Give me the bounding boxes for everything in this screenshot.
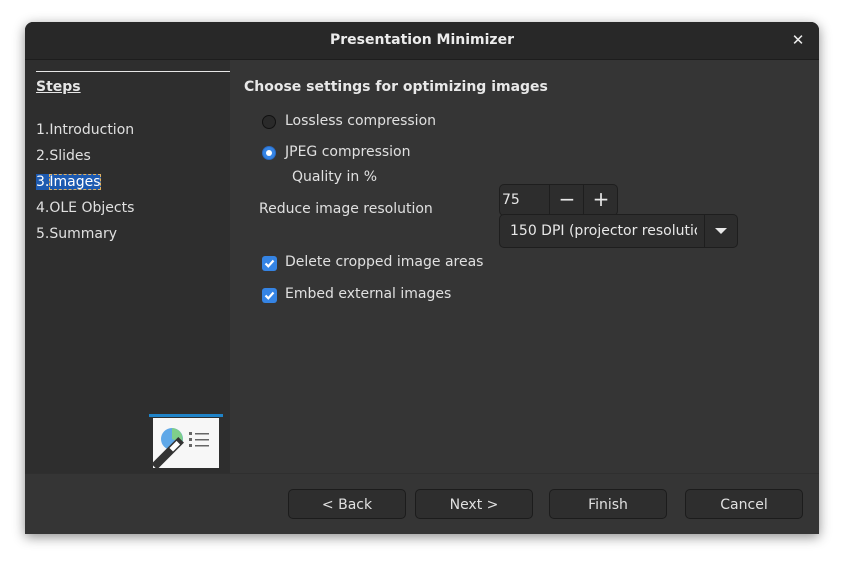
presentation-minimizer-dialog: Presentation Minimizer ✕ Steps 1.Introdu…	[25, 22, 819, 534]
chevron-down-icon[interactable]	[704, 215, 737, 247]
delete-cropped-checkbox[interactable]	[262, 256, 277, 271]
divider	[36, 71, 230, 72]
cancel-button[interactable]: Cancel	[685, 489, 803, 519]
next-button[interactable]: Next >	[415, 489, 533, 519]
page-heading: Choose settings for optimizing images	[244, 79, 548, 95]
step-introduction[interactable]: 1.Introduction	[36, 122, 134, 138]
delete-cropped-label[interactable]: Delete cropped image areas	[285, 254, 483, 270]
images-settings-panel: Choose settings for optimizing images Lo…	[230, 60, 819, 473]
quality-label: Quality in %	[292, 169, 377, 185]
lossless-compression-label[interactable]: Lossless compression	[285, 113, 436, 129]
checkmark-icon	[264, 259, 275, 268]
dialog-footer: < Back Next > Finish Cancel	[25, 473, 819, 534]
steps-sidebar: Steps 1.Introduction 2.Slides 3.Images 4…	[25, 60, 230, 473]
quality-spinbox[interactable]: 75 − +	[499, 184, 618, 216]
embed-external-label[interactable]: Embed external images	[285, 286, 451, 302]
quality-input[interactable]: 75	[500, 185, 549, 215]
resolution-value[interactable]: 150 DPI (projector resolution)	[510, 215, 697, 247]
step-ole-objects[interactable]: 4.OLE Objects	[36, 200, 134, 216]
step-summary[interactable]: 5.Summary	[36, 226, 117, 242]
checkmark-icon	[264, 291, 275, 300]
steps-heading: Steps	[36, 79, 81, 95]
plus-icon[interactable]: +	[583, 185, 618, 215]
minus-icon[interactable]: −	[549, 185, 584, 215]
step-slides[interactable]: 2.Slides	[36, 148, 91, 164]
resolution-label: Reduce image resolution	[259, 201, 433, 217]
lossless-compression-radio[interactable]	[262, 115, 276, 129]
step-images[interactable]: 3.Images	[36, 174, 101, 190]
resolution-dropdown[interactable]: 150 DPI (projector resolution)	[499, 214, 738, 248]
window-title: Presentation Minimizer	[330, 32, 514, 48]
jpeg-compression-radio[interactable]	[262, 146, 276, 160]
presentation-minimizer-logo-icon	[149, 414, 223, 470]
close-icon[interactable]: ✕	[789, 31, 807, 49]
embed-external-checkbox[interactable]	[262, 288, 277, 303]
back-button[interactable]: < Back	[288, 489, 406, 519]
title-bar: Presentation Minimizer ✕	[25, 22, 819, 60]
jpeg-compression-label[interactable]: JPEG compression	[285, 144, 410, 160]
finish-button[interactable]: Finish	[549, 489, 667, 519]
